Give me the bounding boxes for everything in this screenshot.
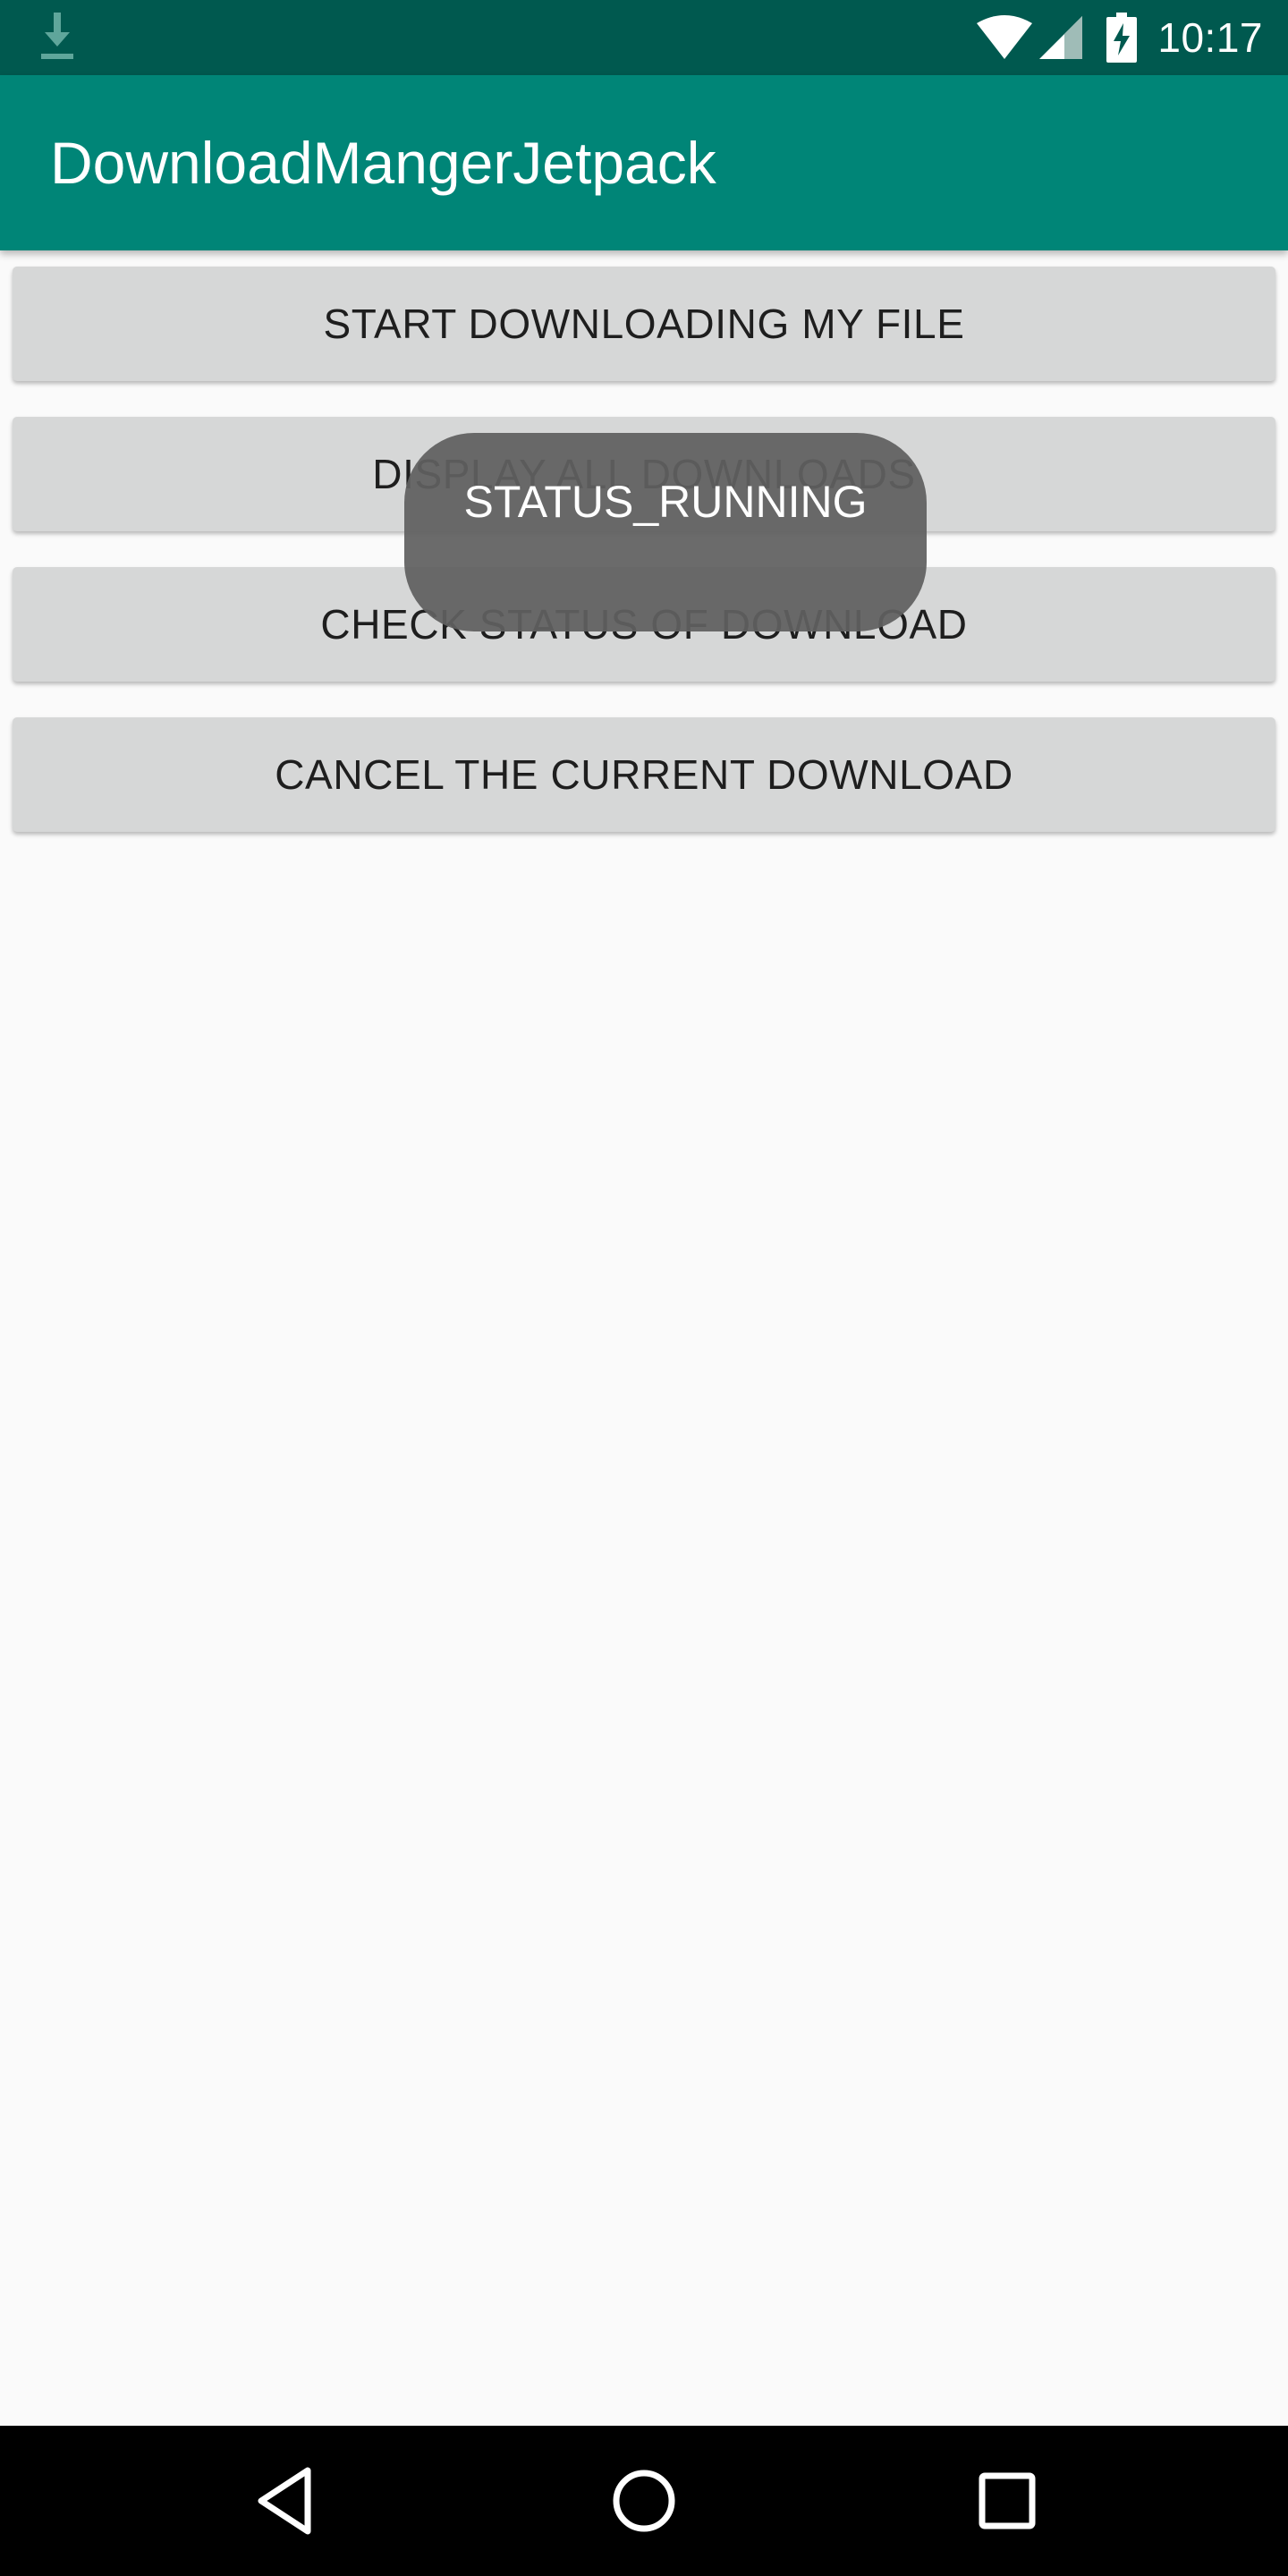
wifi-icon <box>977 15 1033 59</box>
recents-icon[interactable] <box>977 2470 1038 2531</box>
download-icon <box>41 13 73 59</box>
navigation-bar <box>0 2426 1288 2576</box>
app-bar: DownloadMangerJetpack <box>0 75 1288 250</box>
start-download-button[interactable]: START DOWNLOADING MY FILE <box>13 267 1275 381</box>
toast-message: STATUS_RUNNING <box>463 477 868 527</box>
battery-charging-icon <box>1106 13 1138 63</box>
app-title: DownloadMangerJetpack <box>50 130 716 196</box>
home-icon[interactable] <box>608 2465 680 2537</box>
cell-signal-icon <box>1039 16 1083 59</box>
status-clock: 10:17 <box>1157 14 1263 61</box>
status-icons: 10:17 <box>975 0 1263 75</box>
toast: STATUS_RUNNING <box>404 433 927 631</box>
back-icon[interactable] <box>252 2462 317 2540</box>
status-bar: 10:17 <box>0 0 1288 75</box>
cancel-download-button[interactable]: CANCEL THE CURRENT DOWNLOAD <box>13 717 1275 832</box>
